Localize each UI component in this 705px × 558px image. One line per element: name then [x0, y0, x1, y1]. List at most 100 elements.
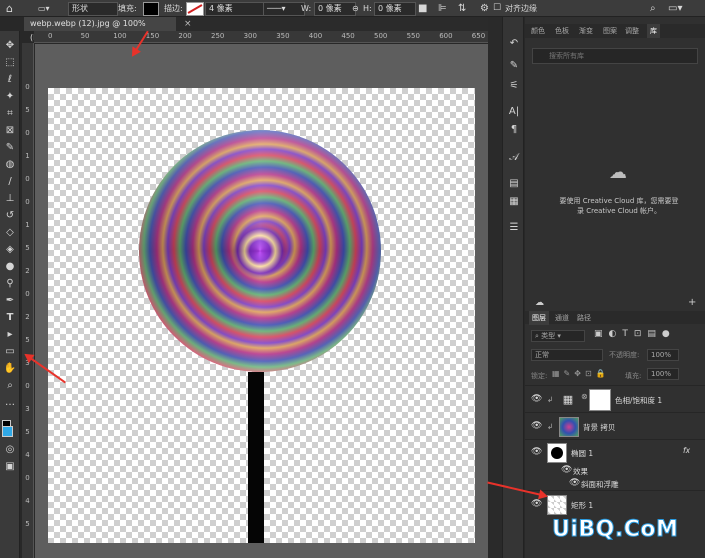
lock-label: 锁定: [531, 372, 548, 380]
close-tab-icon[interactable]: × [184, 17, 194, 31]
zoom-tool-icon[interactable]: ⌕ [3, 379, 17, 392]
glyphs-panel-icon[interactable]: 𝒜 [507, 151, 521, 165]
layer-row-ellipse[interactable]: 👁 椭圆 1 fx [525, 439, 705, 465]
brush-tool-icon[interactable]: / [3, 175, 17, 188]
hand-tool-icon[interactable]: ✋ [3, 362, 17, 375]
screen-mode-icon[interactable]: ▣ [3, 460, 17, 473]
layer-row-background-copy[interactable]: 👁 ↲ 背景 拷贝 [525, 412, 705, 440]
lock-icons[interactable]: ▦✎✥⊡🔒 [552, 369, 610, 378]
layer-filter-select[interactable]: ⌕ 类型 ▾ [531, 330, 585, 342]
ruler-tick-label: 5 [25, 244, 30, 252]
eye-icon[interactable]: 👁 [531, 499, 542, 509]
panel-icon-strip: ↶ ✎ ⚟ A| ¶ 𝒜 ▤ ▦ ☰ [502, 17, 524, 558]
crop-tool-icon[interactable]: ⌗ [3, 107, 17, 120]
tool-preset-icon[interactable]: ▭▾ [38, 0, 50, 17]
height-input[interactable]: 0 像素 [374, 2, 416, 16]
fx-icon[interactable]: fx [683, 446, 690, 455]
path-alignment-icon[interactable]: ⊫ [438, 0, 447, 17]
blur-tool-icon[interactable]: ● [3, 260, 17, 273]
effects-row[interactable]: 👁 效果 [525, 464, 705, 477]
background-color-swatch[interactable] [2, 426, 13, 437]
tab-channels[interactable]: 通道 [555, 311, 569, 325]
bevel-emboss-row[interactable]: 👁 斜面和浮雕 [525, 477, 705, 490]
history-brush-tool-icon[interactable]: ↺ [3, 209, 17, 222]
eye-icon[interactable]: 👁 [561, 465, 572, 475]
tab-patterns[interactable]: 图案 [603, 24, 617, 38]
ruler-tick-label: 0 [48, 32, 53, 40]
opacity-input[interactable]: 100% [647, 349, 679, 361]
blend-mode-select[interactable]: 正常 [531, 349, 603, 361]
ruler-tick-label: 0 [25, 198, 30, 206]
move-tool-icon[interactable]: ✥ [3, 39, 17, 52]
layer-row-rectangle[interactable]: 👁 矩形 1 [525, 490, 705, 517]
lasso-tool-icon[interactable]: ℓ [3, 73, 17, 86]
path-selection-tool-icon[interactable]: ▸ [3, 328, 17, 341]
tab-paths[interactable]: 路径 [577, 311, 591, 325]
quick-mask-icon[interactable]: ◎ [3, 443, 17, 456]
clip-icon: ↲ [547, 395, 554, 404]
gear-icon[interactable]: ⚙ [480, 0, 489, 17]
magic-wand-tool-icon[interactable]: ✦ [3, 90, 17, 103]
library-search-input[interactable]: 搜索所有库 [532, 48, 698, 64]
eye-icon[interactable]: 👁 [569, 478, 580, 488]
frame-tool-icon[interactable]: ⊠ [3, 124, 17, 137]
healing-tool-icon[interactable]: ◍ [3, 158, 17, 171]
fill-swatch[interactable] [143, 2, 159, 16]
eraser-tool-icon[interactable]: ◇ [3, 226, 17, 239]
width-input[interactable]: 0 像素 [314, 2, 356, 16]
marquee-tool-icon[interactable]: ⬚ [3, 56, 17, 69]
ruler-tick-label: 0 [25, 83, 30, 91]
dodge-tool-icon[interactable]: ⚲ [3, 277, 17, 290]
layer-row-hue-saturation[interactable]: 👁 ↲ ▦ ⊗ 色相/饱和度 1 [525, 385, 705, 413]
stroke-type-select[interactable]: ───▾ [263, 2, 305, 16]
paragraph-panel-icon[interactable]: ¶ [507, 123, 521, 137]
home-icon[interactable]: ⌂ [6, 0, 13, 17]
path-operations-icon[interactable]: ■ [418, 0, 427, 17]
ruler-tick-label: 1 [25, 221, 30, 229]
settings-panel-icon[interactable]: ☰ [507, 221, 521, 235]
brush-panel-icon[interactable]: ✎ [507, 59, 521, 73]
link-icon[interactable]: ⊖ [352, 0, 359, 17]
eyedropper-tool-icon[interactable]: ✎ [3, 141, 17, 154]
vertical-ruler: 05010015202530354045 [22, 43, 34, 558]
ruler-tick-label: 600 [439, 32, 453, 40]
history-panel-icon[interactable]: ↶ [507, 37, 521, 51]
layer-filter-icons[interactable]: ▣◐T⊡▤● [594, 329, 676, 339]
panel-gap [488, 17, 502, 558]
lollipop-swirl-shading [139, 130, 381, 372]
opacity-label: 不透明度: [609, 351, 640, 359]
tab-swatches[interactable]: 色板 [555, 24, 569, 38]
fill-opacity-input[interactable]: 100% [647, 368, 679, 380]
properties-panel-icon[interactable]: ▤ [507, 177, 521, 191]
stroke-swatch[interactable] [186, 2, 204, 16]
search-icon[interactable]: ⌕ [650, 0, 656, 17]
adjust-panel-icon[interactable]: ⚟ [507, 79, 521, 93]
tab-color[interactable]: 颜色 [531, 24, 545, 38]
lollipop-stick-rectangle[interactable] [248, 372, 264, 543]
eye-icon[interactable]: 👁 [531, 394, 542, 404]
workspace-icon[interactable]: ▭▾ [668, 0, 682, 17]
document-tab[interactable]: webp.webp (12).jpg @ 100%(RGB/8#) * [24, 17, 176, 42]
add-icon[interactable]: + [688, 297, 696, 308]
paint-bucket-tool-icon[interactable]: ◈ [3, 243, 17, 256]
cloud-sync-icon[interactable]: ☁ [535, 298, 544, 308]
tab-gradients[interactable]: 渐变 [579, 24, 593, 38]
eye-icon[interactable]: 👁 [531, 447, 542, 457]
shape-mode-select[interactable]: 形状 [68, 2, 118, 16]
path-arrangement-icon[interactable]: ⇅ [458, 0, 466, 17]
align-edges-checkbox[interactable]: ☐ [493, 0, 501, 17]
eye-icon[interactable]: 👁 [531, 421, 542, 431]
stamp-tool-icon[interactable]: ⊥ [3, 192, 17, 205]
type-tool-icon[interactable]: T [3, 311, 17, 324]
h-label: H: [363, 4, 372, 13]
swatches-panel-icon[interactable]: ▦ [507, 195, 521, 209]
more-tools-icon[interactable]: … [3, 396, 17, 409]
rectangle-tool-icon[interactable]: ▭ [3, 345, 17, 358]
pen-tool-icon[interactable]: ✒ [3, 294, 17, 307]
tab-libraries[interactable]: 库 [647, 24, 660, 38]
tab-layers[interactable]: 图层 [529, 311, 549, 325]
ruler-tick-label: 100 [113, 32, 127, 40]
tab-adjustments[interactable]: 调整 [625, 24, 639, 38]
stroke-width-input[interactable]: 4 像素 [205, 2, 265, 16]
character-panel-icon[interactable]: A| [507, 105, 521, 119]
